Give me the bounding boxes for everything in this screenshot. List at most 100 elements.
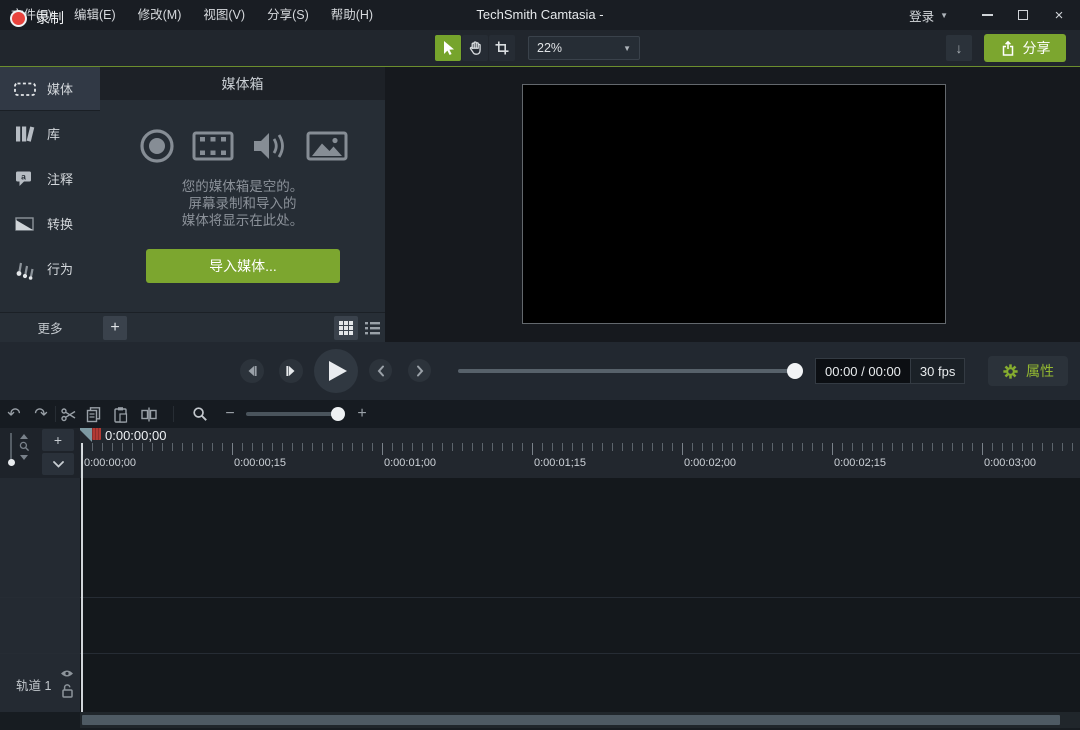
copy-button[interactable] — [80, 400, 106, 428]
share-button[interactable]: 分享 — [984, 34, 1066, 62]
menu-edit[interactable]: 编辑(E) — [63, 0, 127, 30]
media-bin-empty-icons — [100, 126, 385, 166]
playhead-line[interactable] — [81, 443, 83, 712]
timeline-toolbar — [0, 400, 1080, 428]
jump-back-button[interactable] — [369, 359, 392, 382]
empty-line-2: 屏幕录制和导入的 — [100, 195, 385, 212]
record-label: 录制 — [36, 8, 64, 28]
sidebar-item-behaviors[interactable]: 行为 — [0, 246, 100, 291]
split-button[interactable] — [136, 400, 162, 428]
sidebar-item-annotations[interactable]: a 注释 — [0, 156, 100, 201]
current-time: 00:00 / 00:00 — [816, 359, 910, 383]
ruler-label: 0:00:01;15 — [534, 457, 586, 469]
minimize-icon — [982, 14, 993, 16]
ruler-label: 0:00:00;15 — [234, 457, 286, 469]
media-bin-header: 媒体箱 — [100, 67, 385, 100]
playback-scrub-handle[interactable] — [787, 363, 803, 379]
ruler-label: 0:00:03;00 — [984, 457, 1036, 469]
pan-tool-button[interactable] — [462, 35, 488, 61]
cut-button[interactable] — [55, 400, 81, 428]
vertical-zoom-out-icon[interactable] — [20, 455, 28, 460]
playback-scrub-track[interactable] — [458, 369, 798, 373]
timeline-ruler[interactable]: 0:00:00;00 0:00:00;15 0:00:01;00 0:00:01… — [80, 428, 1080, 478]
image-icon — [305, 126, 349, 166]
list-view-icon — [365, 322, 380, 335]
track-height-slider-handle[interactable] — [8, 459, 15, 466]
canvas-zoom-select[interactable]: 22% ▼ — [528, 36, 640, 60]
step-forward-button[interactable] — [279, 359, 303, 383]
track1-header[interactable]: 轨道 1 — [0, 653, 80, 711]
track-visibility-eye-icon[interactable] — [60, 669, 74, 678]
crop-tool-button[interactable] — [489, 35, 515, 61]
time-display: 00:00 / 00:00 30 fps — [815, 358, 965, 384]
jump-forward-button[interactable] — [408, 359, 431, 382]
download-button[interactable]: ↓ — [946, 35, 972, 61]
vertical-magnifier-icon — [19, 441, 30, 452]
sidebar-item-media[interactable]: 媒体 — [0, 67, 100, 111]
list-view-button[interactable] — [360, 316, 384, 340]
sign-in-label: 登录 — [909, 6, 934, 25]
more-label: 更多 — [37, 318, 62, 337]
timeline-zoom-button[interactable] — [187, 400, 213, 428]
play-button[interactable] — [314, 349, 358, 393]
record-icon — [137, 126, 177, 166]
magnifier-icon — [192, 406, 208, 422]
close-button[interactable]: × — [1042, 0, 1076, 30]
track-options-button[interactable] — [42, 453, 74, 475]
properties-button[interactable]: 属性 — [988, 356, 1068, 386]
track-divider — [0, 597, 1080, 598]
share-icon — [1000, 40, 1016, 57]
playhead-in-handle[interactable] — [80, 428, 92, 442]
chevron-right-icon — [415, 365, 425, 377]
menu-modify[interactable]: 修改(M) — [127, 0, 193, 30]
playhead-time-label: 0:00:00;00 — [105, 428, 166, 443]
previous-frame-icon — [246, 365, 258, 377]
sidebar-item-label: 媒体 — [47, 79, 73, 98]
horizontal-scrollbar-thumb[interactable] — [82, 715, 1060, 725]
add-track-button[interactable]: + — [42, 429, 74, 451]
audio-icon — [249, 126, 291, 166]
redo-button[interactable]: ↷ — [28, 400, 54, 428]
ruler-label: 0:00:00;00 — [84, 457, 136, 469]
ruler-gutter: + — [0, 428, 80, 478]
download-icon: ↓ — [956, 40, 963, 56]
paste-button[interactable] — [107, 400, 133, 428]
plus-icon: + — [54, 432, 62, 448]
preview-canvas[interactable] — [522, 84, 946, 324]
playhead-out-handle[interactable] — [92, 428, 101, 440]
maximize-button[interactable] — [1006, 0, 1040, 30]
media-bin-empty-text: 您的媒体箱是空的。 屏幕录制和导入的 媒体将显示在此处。 — [100, 178, 385, 229]
menu-help[interactable]: 帮助(H) — [320, 0, 384, 30]
chevron-left-icon — [376, 365, 386, 377]
vertical-zoom-in-icon[interactable] — [20, 434, 28, 439]
add-media-button[interactable]: + — [103, 316, 127, 340]
hand-icon — [467, 40, 483, 56]
zoom-out-button[interactable]: − — [217, 400, 243, 428]
sign-in-button[interactable]: 登录 ▼ — [909, 0, 948, 30]
sidebar-item-transitions[interactable]: 转换 — [0, 201, 100, 246]
record-button[interactable]: 录制 — [6, 3, 68, 33]
undo-button[interactable]: ↶ — [1, 400, 27, 428]
minimize-button[interactable] — [970, 0, 1004, 30]
media-bin-body: 您的媒体箱是空的。 屏幕录制和导入的 媒体将显示在此处。 导入媒体... — [100, 100, 385, 312]
camtasia-window: 文件(F) 编辑(E) 修改(M) 视图(V) 分享(S) 帮助(H) Tech… — [0, 0, 1080, 730]
import-media-button[interactable]: 导入媒体... — [146, 249, 340, 283]
sidebar-item-library[interactable]: 库 — [0, 111, 100, 156]
track-lock-icon[interactable] — [62, 684, 73, 698]
cursor-tool-button[interactable] — [435, 35, 461, 61]
menu-share[interactable]: 分享(S) — [256, 0, 320, 30]
grid-view-button[interactable] — [334, 316, 358, 340]
timeline-zoom-handle[interactable] — [331, 407, 345, 421]
previous-frame-button[interactable] — [240, 359, 264, 383]
sidebar-more-button[interactable]: 更多 — [0, 312, 100, 342]
timeline-zoom-track[interactable] — [246, 412, 338, 416]
chevron-down-icon: ▼ — [623, 44, 631, 53]
zoom-in-button[interactable]: + — [349, 400, 375, 428]
ruler-major-tick — [832, 443, 833, 455]
ruler-major-tick — [232, 443, 233, 455]
timeline-tracks-area[interactable] — [80, 478, 1080, 712]
menu-view[interactable]: 视图(V) — [192, 0, 256, 30]
copy-icon — [85, 406, 102, 423]
ruler-major-tick — [982, 443, 983, 455]
sidebar-item-label: 注释 — [47, 169, 73, 188]
